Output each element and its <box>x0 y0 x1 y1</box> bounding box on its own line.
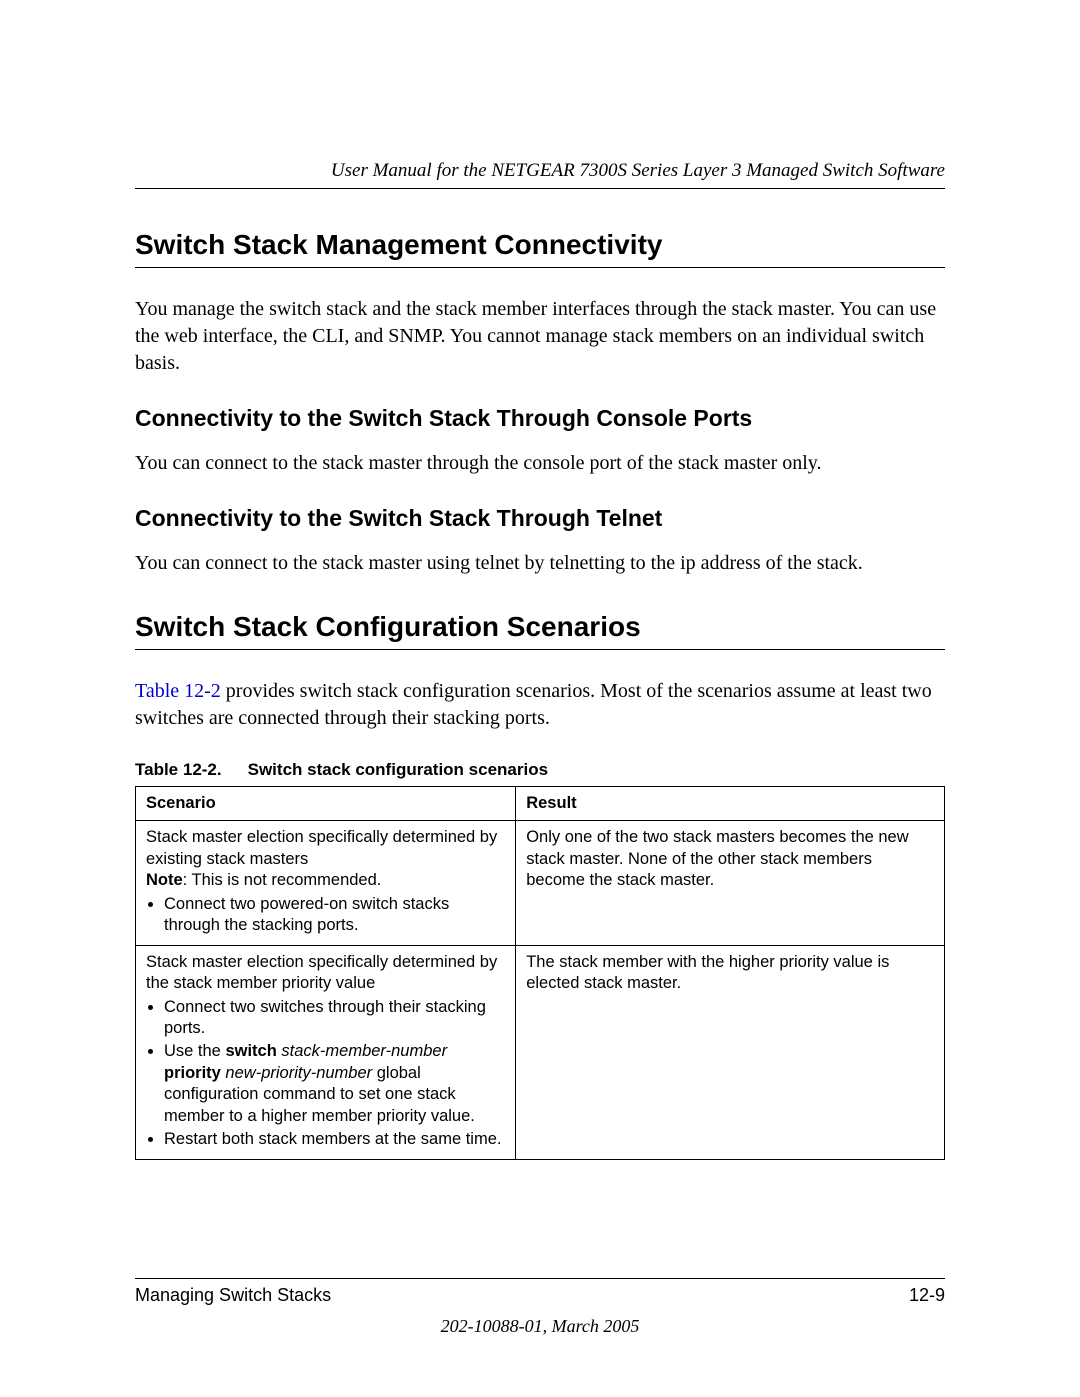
table-header-row: Scenario Result <box>136 787 945 821</box>
table-cell-result: The stack member with the higher priorit… <box>516 945 945 1159</box>
cell-text: Stack master election specifically deter… <box>146 953 497 992</box>
table-cell-scenario: Stack master election specifically deter… <box>136 945 516 1159</box>
paragraph: You manage the switch stack and the stac… <box>135 296 945 377</box>
table-caption: Table 12-2. Switch stack configuration sc… <box>135 760 945 780</box>
table-row: Stack master election specifically deter… <box>136 821 945 945</box>
scenarios-table: Scenario Result Stack master election sp… <box>135 786 945 1160</box>
table-caption-title: Switch stack configuration scenarios <box>248 760 548 779</box>
table-crossref-link[interactable]: Table 12-2 <box>135 680 221 702</box>
paragraph: You can connect to the stack master thro… <box>135 450 945 477</box>
table-header-scenario: Scenario <box>136 787 516 821</box>
cell-text: Stack master election specifically deter… <box>146 828 497 867</box>
paragraph: Table 12-2 provides switch stack configu… <box>135 678 945 732</box>
paragraph-text: provides switch stack configuration scen… <box>135 680 932 729</box>
cell-bullet-list: Connect two switches through their stack… <box>146 997 505 1151</box>
list-item: Use the switch stack-member-number prior… <box>164 1041 505 1127</box>
cmd-italic: stack-member-number <box>277 1042 447 1060</box>
table-cell-scenario: Stack master election specifically deter… <box>136 821 516 945</box>
note-label: Note <box>146 871 183 889</box>
subsection-heading-telnet: Connectivity to the Switch Stack Through… <box>135 505 945 532</box>
section-heading-scenarios: Switch Stack Configuration Scenarios <box>135 611 945 650</box>
table-cell-result: Only one of the two stack masters become… <box>516 821 945 945</box>
cmd-text: Use the <box>164 1042 225 1060</box>
note-text: : This is not recommended. <box>183 871 382 889</box>
footer-rule <box>135 1278 945 1279</box>
cell-bullet-list: Connect two powered-on switch stacks thr… <box>146 894 505 937</box>
footer-docref: 202-10088-01, March 2005 <box>135 1316 945 1337</box>
cmd-bold: priority <box>164 1064 221 1082</box>
table-caption-label: Table 12-2. <box>135 760 222 779</box>
document-page: User Manual for the NETGEAR 7300S Series… <box>0 0 1080 1397</box>
table-row: Stack master election specifically deter… <box>136 945 945 1159</box>
list-item: Restart both stack members at the same t… <box>164 1129 505 1150</box>
footer-row: Managing Switch Stacks 12-9 <box>135 1285 945 1306</box>
page-footer: Managing Switch Stacks 12-9 202-10088-01… <box>135 1278 945 1337</box>
footer-page-number: 12-9 <box>909 1285 945 1306</box>
list-item: Connect two powered-on switch stacks thr… <box>164 894 505 937</box>
cmd-italic: new-priority-number <box>221 1064 372 1082</box>
footer-chapter: Managing Switch Stacks <box>135 1285 331 1306</box>
section-heading-management: Switch Stack Management Connectivity <box>135 229 945 268</box>
subsection-heading-console: Connectivity to the Switch Stack Through… <box>135 405 945 432</box>
table-header-result: Result <box>516 787 945 821</box>
cmd-bold: switch <box>225 1042 276 1060</box>
list-item: Connect two switches through their stack… <box>164 997 505 1040</box>
running-header: User Manual for the NETGEAR 7300S Series… <box>135 160 945 189</box>
paragraph: You can connect to the stack master usin… <box>135 550 945 577</box>
